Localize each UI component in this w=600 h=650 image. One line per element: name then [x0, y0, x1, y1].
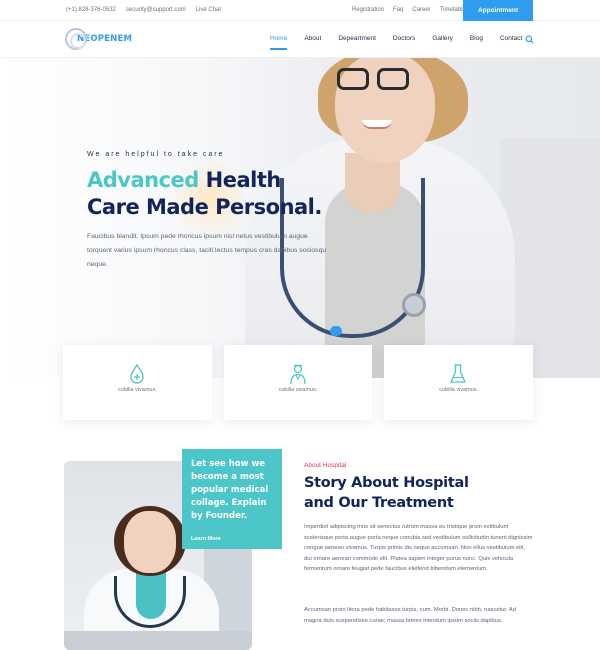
registration-link[interactable]: Registration	[352, 7, 384, 13]
nav-item-doctors[interactable]: Doctors	[393, 35, 415, 42]
flask-icon	[450, 364, 467, 383]
nav-item-contact[interactable]: Contact	[500, 35, 522, 42]
hero-title-line1: Health	[198, 168, 282, 192]
about-title-line2: and Our Treatment	[304, 495, 454, 511]
career-link[interactable]: Career	[412, 7, 430, 13]
feature-card[interactable]: cubilia vivamus.	[63, 345, 212, 420]
phone-number[interactable]: (+1) 828-376-0532	[66, 7, 116, 13]
contact-info: (+1) 828-376-0532 security@support.com L…	[66, 7, 221, 13]
feature-card[interactable]: cubilia vivamus.	[384, 345, 534, 420]
drop-medical-icon	[130, 363, 144, 384]
logo-icon	[65, 28, 87, 50]
faq-link[interactable]: Faq	[393, 7, 403, 13]
timetable-link[interactable]: Timetable	[440, 7, 466, 13]
nav-item-department[interactable]: Depeartment	[338, 35, 376, 42]
nav-item-gallery[interactable]: Gallery	[432, 35, 453, 42]
feature-card[interactable]: cubilia vivamus.	[223, 345, 373, 420]
founder-quote: Let see how we become a most popular med…	[191, 459, 269, 521]
appointment-button[interactable]: Appointment	[463, 0, 533, 21]
top-bar: (+1) 828-376-0532 security@support.com L…	[0, 0, 600, 21]
feature-cards: cubilia vivamus. cubilia vivamus. cubili…	[63, 345, 534, 420]
founder-quote-box: Let see how we become a most popular med…	[182, 449, 282, 549]
main-nav: NEOPENEM Home About Depeartment Doctors …	[0, 21, 600, 58]
nav-item-home[interactable]: Home	[270, 35, 288, 50]
live-chat-link[interactable]: Live Chat	[196, 7, 221, 13]
hero-title: Advanced Health Care Made Personal.	[87, 167, 322, 221]
about-kicker: About Hospital	[304, 462, 347, 469]
about-title-line1: Story About Hospital	[304, 475, 469, 491]
site-logo[interactable]: NEOPENEM	[65, 27, 132, 51]
doctor-icon	[290, 364, 306, 385]
feature-label: cubilia vivamus.	[439, 387, 479, 393]
about-paragraph: Accumsan proin litora pede habitasse tur…	[304, 607, 517, 624]
hero-tagline: We are helpful to take care	[87, 151, 225, 158]
top-links: Registration Faq Career Timetable	[352, 7, 466, 13]
nav-item-blog[interactable]: Blog	[470, 35, 483, 42]
about-paragraph: Imperdiet adipiscing mus sit senectus ru…	[304, 524, 533, 573]
about-title: Story About Hospital and Our Treatment	[304, 473, 469, 513]
feature-label: cubilia vivamus.	[117, 387, 157, 393]
nav-menu: Home About Depeartment Doctors Gallery B…	[270, 35, 539, 50]
hero-description: Faucibus blandit. Ipsum pede rhoncus ips…	[87, 233, 327, 268]
nav-item-about[interactable]: About	[304, 35, 321, 42]
feature-label: cubilia vivamus.	[278, 387, 318, 393]
hero-title-line2: Care Made Personal.	[87, 195, 322, 219]
learn-more-link[interactable]: Learn More	[191, 536, 221, 542]
hero-title-accent: Advanced	[87, 168, 199, 192]
search-icon[interactable]	[525, 35, 534, 44]
email-link[interactable]: security@support.com	[126, 7, 186, 13]
